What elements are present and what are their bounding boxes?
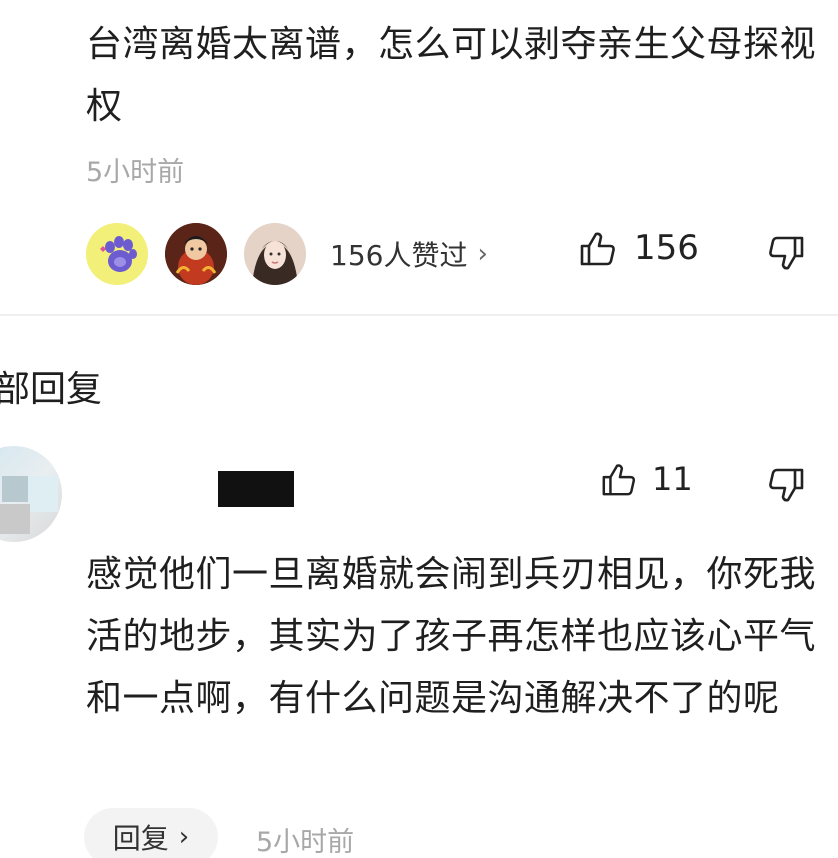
comment-detail-page: 台湾离婚太离谱，怎么可以剥夺亲生父母探视权 5小时前 156人赞过 › 156 … <box>0 0 838 858</box>
portrait-avatar-icon <box>244 223 306 285</box>
reply-author-avatar[interactable] <box>0 446 62 542</box>
comment-like-button[interactable]: 156 <box>578 228 699 268</box>
liked-by-link[interactable]: 156人赞过 › <box>330 234 488 274</box>
comment-like-count: 156 <box>634 228 699 268</box>
liker-avatar[interactable] <box>165 223 227 285</box>
section-divider <box>0 314 838 316</box>
chevron-right-icon: › <box>477 239 488 269</box>
liker-avatar[interactable] <box>86 223 148 285</box>
liked-by-label: 156人赞过 <box>330 239 468 272</box>
thumbs-down-icon <box>769 468 804 502</box>
liker-avatar[interactable] <box>244 223 306 285</box>
comment-text: 台湾离婚太离谱，怎么可以剥夺亲生父母探视权 <box>86 24 817 127</box>
replies-section-title: 部回复 <box>0 369 103 410</box>
reply-like-button[interactable]: 11 <box>600 460 693 498</box>
redacted-username <box>218 471 294 507</box>
reply-button-label: 回复 <box>112 822 169 855</box>
comment-dislike-button[interactable] <box>766 234 806 274</box>
paw-avatar-icon <box>86 223 148 285</box>
thumbs-down-icon <box>769 236 804 270</box>
reply-timestamp: 5小时前 <box>256 827 355 858</box>
thumbs-up-icon <box>602 464 636 496</box>
comment-timestamp: 5小时前 <box>86 157 185 188</box>
chevron-right-icon: › <box>178 822 190 852</box>
thumbs-up-icon <box>580 232 615 266</box>
reply-dislike-button[interactable] <box>766 466 806 506</box>
reply-button[interactable]: 回复 › <box>84 808 218 858</box>
reply-like-count: 11 <box>652 460 693 498</box>
character-avatar-icon <box>165 223 227 285</box>
reply-text: 感觉他们一旦离婚就会闹到兵刃相见，你死我活的地步，其实为了孩子再怎样也应该心平气… <box>86 554 817 719</box>
